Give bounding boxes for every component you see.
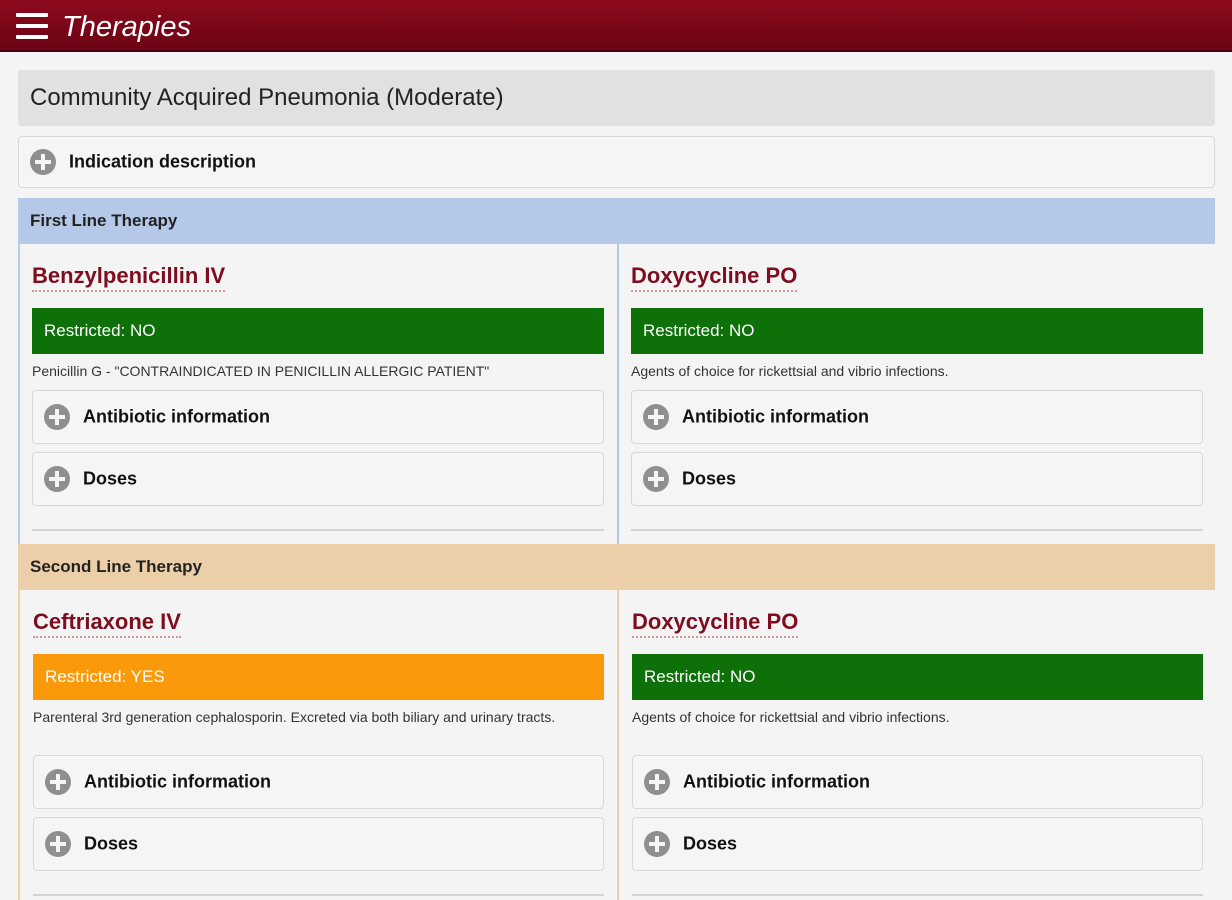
antibiotic-information-label: Antibiotic information	[83, 406, 270, 427]
expand-plus-icon	[45, 769, 71, 795]
drug-name-link[interactable]: Benzylpenicillin IV	[32, 263, 226, 292]
restricted-status-badge: Restricted: NO	[632, 654, 1203, 700]
doses-toggle[interactable]: Doses	[632, 817, 1203, 871]
drug-description: Agents of choice for rickettsial and vib…	[632, 709, 950, 725]
doses-toggle[interactable]: Doses	[32, 452, 604, 506]
doses-label: Doses	[83, 468, 138, 489]
indication-description-label: Indication description	[69, 151, 257, 172]
hamburger-menu-icon[interactable]	[16, 13, 48, 39]
expand-plus-icon	[644, 769, 670, 795]
indication-description-toggle[interactable]: Indication description	[18, 136, 1215, 188]
antibiotic-information-label: Antibiotic information	[84, 771, 271, 792]
restricted-status-badge: Restricted: NO	[32, 308, 604, 354]
expand-plus-icon	[644, 831, 670, 857]
antibiotic-information-toggle[interactable]: Antibiotic information	[631, 390, 1203, 444]
drug-description: Agents of choice for rickettsial and vib…	[631, 363, 949, 379]
app-bar: Therapies	[0, 0, 1232, 52]
expand-plus-icon	[643, 466, 669, 492]
first-line-therapy-header: First Line Therapy	[18, 198, 1215, 244]
divider	[32, 529, 604, 531]
expand-plus-icon	[45, 831, 71, 857]
antibiotic-information-label: Antibiotic information	[682, 406, 869, 427]
divider	[33, 894, 604, 896]
expand-plus-icon	[44, 466, 70, 492]
drug-name-link[interactable]: Ceftriaxone IV	[33, 609, 181, 638]
drug-name-link[interactable]: Doxycycline PO	[631, 263, 798, 292]
condition-title: Community Acquired Pneumonia (Moderate)	[18, 70, 1215, 126]
doses-label: Doses	[683, 833, 738, 854]
restricted-status-badge: Restricted: YES	[33, 654, 604, 700]
expand-plus-icon	[643, 404, 669, 430]
expand-plus-icon	[30, 149, 56, 175]
divider	[631, 529, 1203, 531]
app-title: Therapies	[62, 11, 191, 43]
doses-toggle[interactable]: Doses	[631, 452, 1203, 506]
antibiotic-information-toggle[interactable]: Antibiotic information	[632, 755, 1203, 809]
divider	[632, 894, 1203, 896]
antibiotic-information-toggle[interactable]: Antibiotic information	[33, 755, 604, 809]
doses-label: Doses	[682, 468, 737, 489]
antibiotic-information-toggle[interactable]: Antibiotic information	[32, 390, 604, 444]
drug-name-link[interactable]: Doxycycline PO	[632, 609, 799, 638]
second-line-therapy-header: Second Line Therapy	[18, 544, 1215, 590]
column-divider	[617, 590, 619, 900]
column-border	[18, 590, 20, 900]
antibiotic-information-label: Antibiotic information	[683, 771, 870, 792]
column-border	[18, 244, 20, 544]
doses-toggle[interactable]: Doses	[33, 817, 604, 871]
drug-description: Penicillin G - "CONTRAINDICATED IN PENIC…	[32, 363, 490, 379]
expand-plus-icon	[44, 404, 70, 430]
column-divider	[617, 244, 619, 544]
restricted-status-badge: Restricted: NO	[631, 308, 1203, 354]
doses-label: Doses	[84, 833, 139, 854]
drug-description: Parenteral 3rd generation cephalosporin.…	[33, 709, 556, 725]
